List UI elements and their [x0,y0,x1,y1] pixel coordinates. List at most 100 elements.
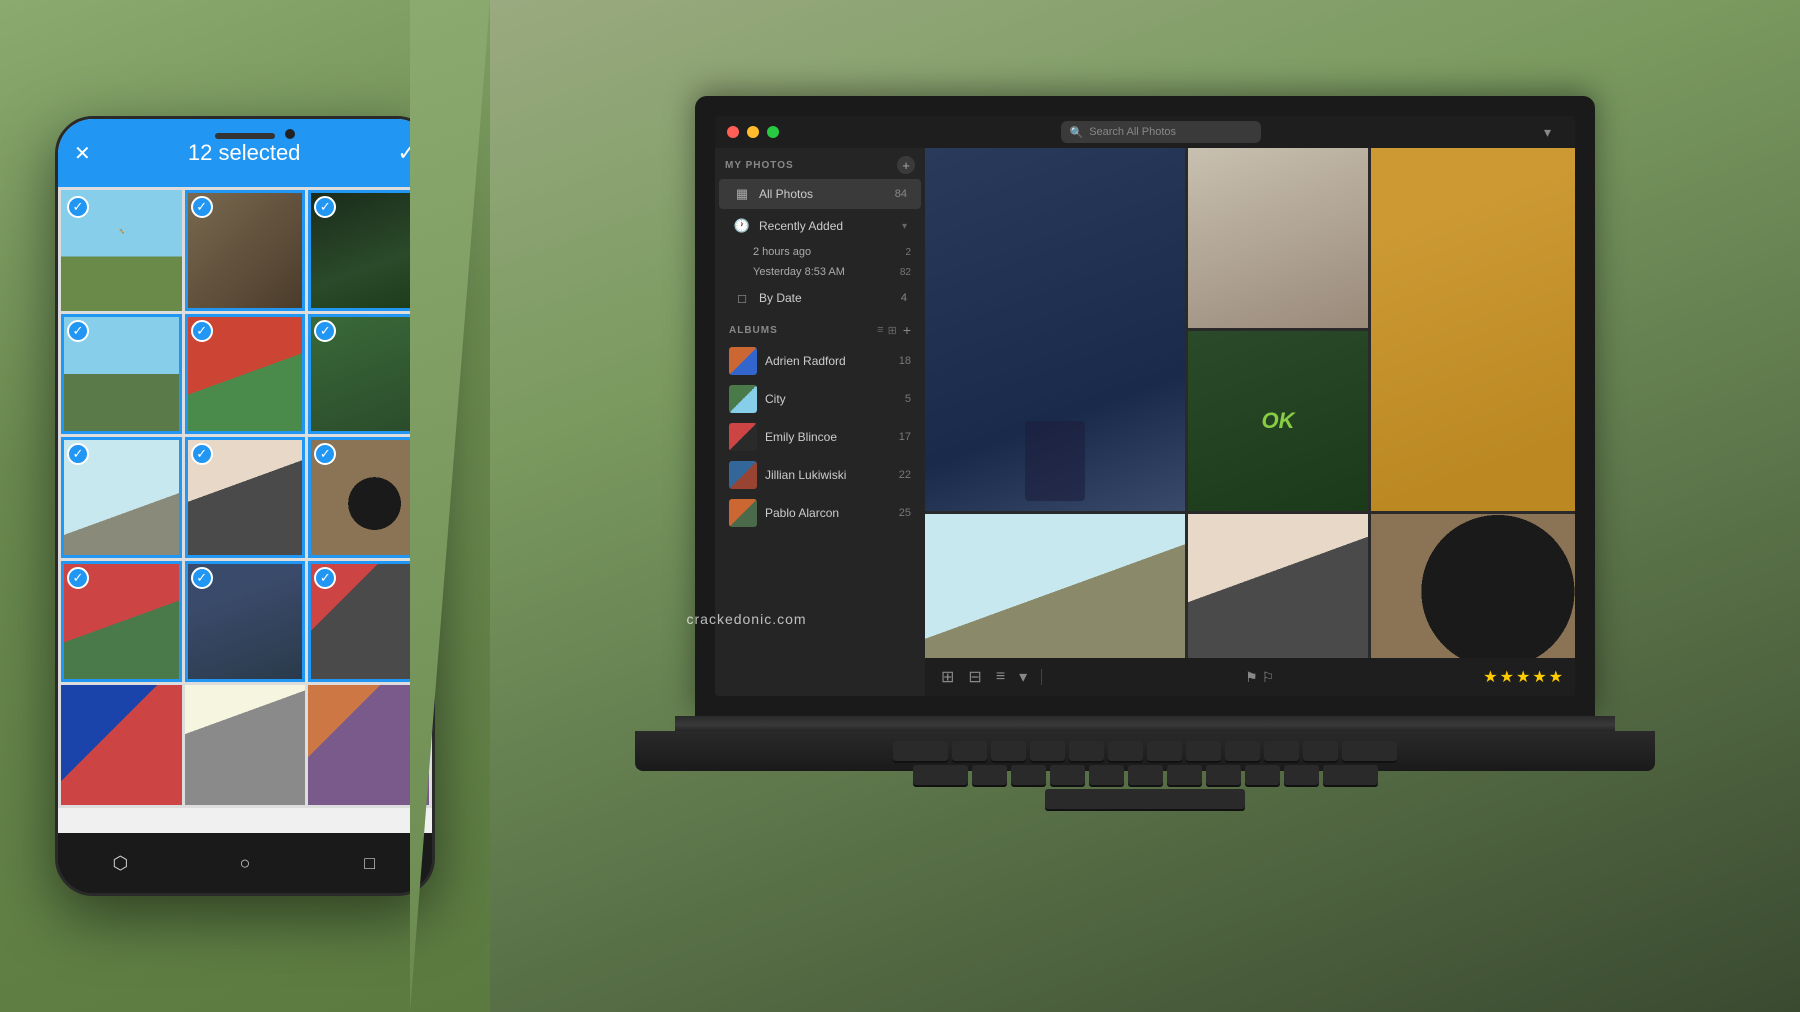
star-3[interactable]: ★ [1516,667,1530,687]
toolbar-divider [1041,669,1042,685]
key [1323,765,1378,785]
all-photos-label: All Photos [759,187,887,201]
mosaic-photo-9[interactable] [1371,514,1575,658]
maximize-button-mac[interactable] [767,126,779,138]
star-5[interactable]: ★ [1549,667,1563,687]
photo-cell[interactable]: ✓ [61,437,182,558]
album-item-pablo[interactable]: Pablo Alarcon 25 [715,494,925,532]
key [893,741,948,761]
photo-cell[interactable] [61,685,182,806]
key [1284,765,1319,785]
laptop-screen-bezel: 🔍 Search All Photos ▾ MY PHOTOS + [695,96,1595,716]
star-rating: ★ ★ ★ ★ ★ [1483,667,1563,687]
list-view-icon[interactable]: ≡ [877,324,883,337]
add-album-button[interactable]: + [903,322,911,338]
star-1[interactable]: ★ [1483,667,1497,687]
mosaic-photo-7[interactable] [925,514,1185,658]
laptop-device: 🔍 Search All Photos ▾ MY PHOTOS + [695,96,1595,916]
album-name: Pablo Alarcon [765,506,891,520]
search-icon: 🔍 [1069,126,1083,139]
sidebar-item-recently-added[interactable]: 🕐 Recently Added ▾ [719,211,921,241]
album-thumb [729,499,757,527]
left-panel: ✕ 12 selected ✓ ✓ 🤸 ✓ [0,0,490,1012]
mosaic-photo-1[interactable] [925,148,1185,511]
view-list-icon[interactable]: ≡ [992,666,1009,688]
mac-titlebar: 🔍 Search All Photos ▾ [715,116,1575,148]
check-circle: ✓ [191,567,213,589]
titlebar-search-area: 🔍 Search All Photos [787,121,1536,143]
photo-cell[interactable]: ✓ [185,561,306,682]
key [952,741,987,761]
photo-cell[interactable]: ✓ [61,561,182,682]
nav-home-icon[interactable]: ○ [233,851,257,875]
yesterday-label: Yesterday 8:53 AM [753,266,892,278]
phone-nav-bar: ⬡ ○ □ [58,833,432,893]
photo-cell[interactable]: ✓ [185,437,306,558]
album-item-emily[interactable]: Emily Blincoe 17 [715,418,925,456]
laptop-base [635,731,1655,771]
key [991,741,1026,761]
search-placeholder: Search All Photos [1089,126,1176,138]
flag-button[interactable]: ⚑ [1245,669,1258,686]
photo-cell[interactable]: ✓ [185,190,306,311]
sidebar-item-by-date[interactable]: □ By Date 4 [719,283,921,313]
key [1167,765,1202,785]
key [1147,741,1182,761]
check-circle: ✓ [314,320,336,342]
view-grid-icon[interactable]: ⊞ [937,665,958,689]
phone-speaker [215,133,275,139]
album-thumb [729,385,757,413]
close-button-mac[interactable] [727,126,739,138]
check-circle: ✓ [314,443,336,465]
album-item-city[interactable]: City 5 [715,380,925,418]
keyboard-row [655,741,1635,761]
nav-recents-icon[interactable]: □ [358,851,382,875]
filter-icon[interactable]: ▾ [1544,124,1563,141]
add-photos-button[interactable]: + [897,156,915,174]
unflag-button[interactable]: ⚐ [1262,669,1275,686]
nav-back-icon[interactable]: ⬡ [108,851,132,875]
star-2[interactable]: ★ [1500,667,1514,687]
mosaic-photo-2[interactable] [1188,148,1368,328]
photo-cell[interactable]: ✓ 🤸 [61,190,182,311]
by-date-count: 4 [901,292,907,304]
key [1206,765,1241,785]
key [1011,765,1046,785]
check-circle: ✓ [67,320,89,342]
sidebar-subitem-yesterday[interactable]: Yesterday 8:53 AM 82 [715,262,925,282]
star-4[interactable]: ★ [1532,667,1546,687]
key [1264,741,1299,761]
diagonal-divider [410,0,490,1012]
album-name: Adrien Radford [765,354,891,368]
album-count: 18 [899,355,911,367]
split-container: ✕ 12 selected ✓ ✓ 🤸 ✓ [0,0,1800,1012]
photo-cell[interactable]: ✓ [61,314,182,435]
sort-icon[interactable]: ▾ [1015,665,1031,689]
mosaic-photo-8[interactable] [1188,514,1368,658]
key [1225,741,1260,761]
album-item-jillian[interactable]: Jillian Lukiwiski 22 [715,456,925,494]
minimize-button-mac[interactable] [747,126,759,138]
grid-view-icon[interactable]: ⊞ [888,324,897,337]
album-item-adrien[interactable]: Adrien Radford 18 [715,342,925,380]
keyboard-row [655,765,1635,785]
close-button[interactable]: ✕ [74,141,91,166]
photo-cell[interactable]: ✓ [185,314,306,435]
album-count: 22 [899,469,911,481]
search-bar[interactable]: 🔍 Search All Photos [1061,121,1261,143]
key [1030,741,1065,761]
laptop-screen: 🔍 Search All Photos ▾ MY PHOTOS + [715,116,1575,696]
mosaic-photo-5[interactable]: OK [1188,331,1368,511]
sidebar-item-all-photos[interactable]: ▦ All Photos 84 [719,179,921,209]
expand-icon: ▾ [902,221,907,232]
albums-view-toggle[interactable]: ≡ ⊞ [877,324,897,337]
album-thumb [729,461,757,489]
key [1245,765,1280,785]
all-photos-count: 84 [895,188,907,200]
album-thumb [729,347,757,375]
sidebar-subitem-2hours[interactable]: 2 hours ago 2 [715,242,925,262]
mosaic-photo-3[interactable] [1371,148,1575,511]
view-compact-icon[interactable]: ⊟ [964,665,985,689]
keyboard-row [655,789,1635,809]
photo-cell[interactable] [185,685,306,806]
